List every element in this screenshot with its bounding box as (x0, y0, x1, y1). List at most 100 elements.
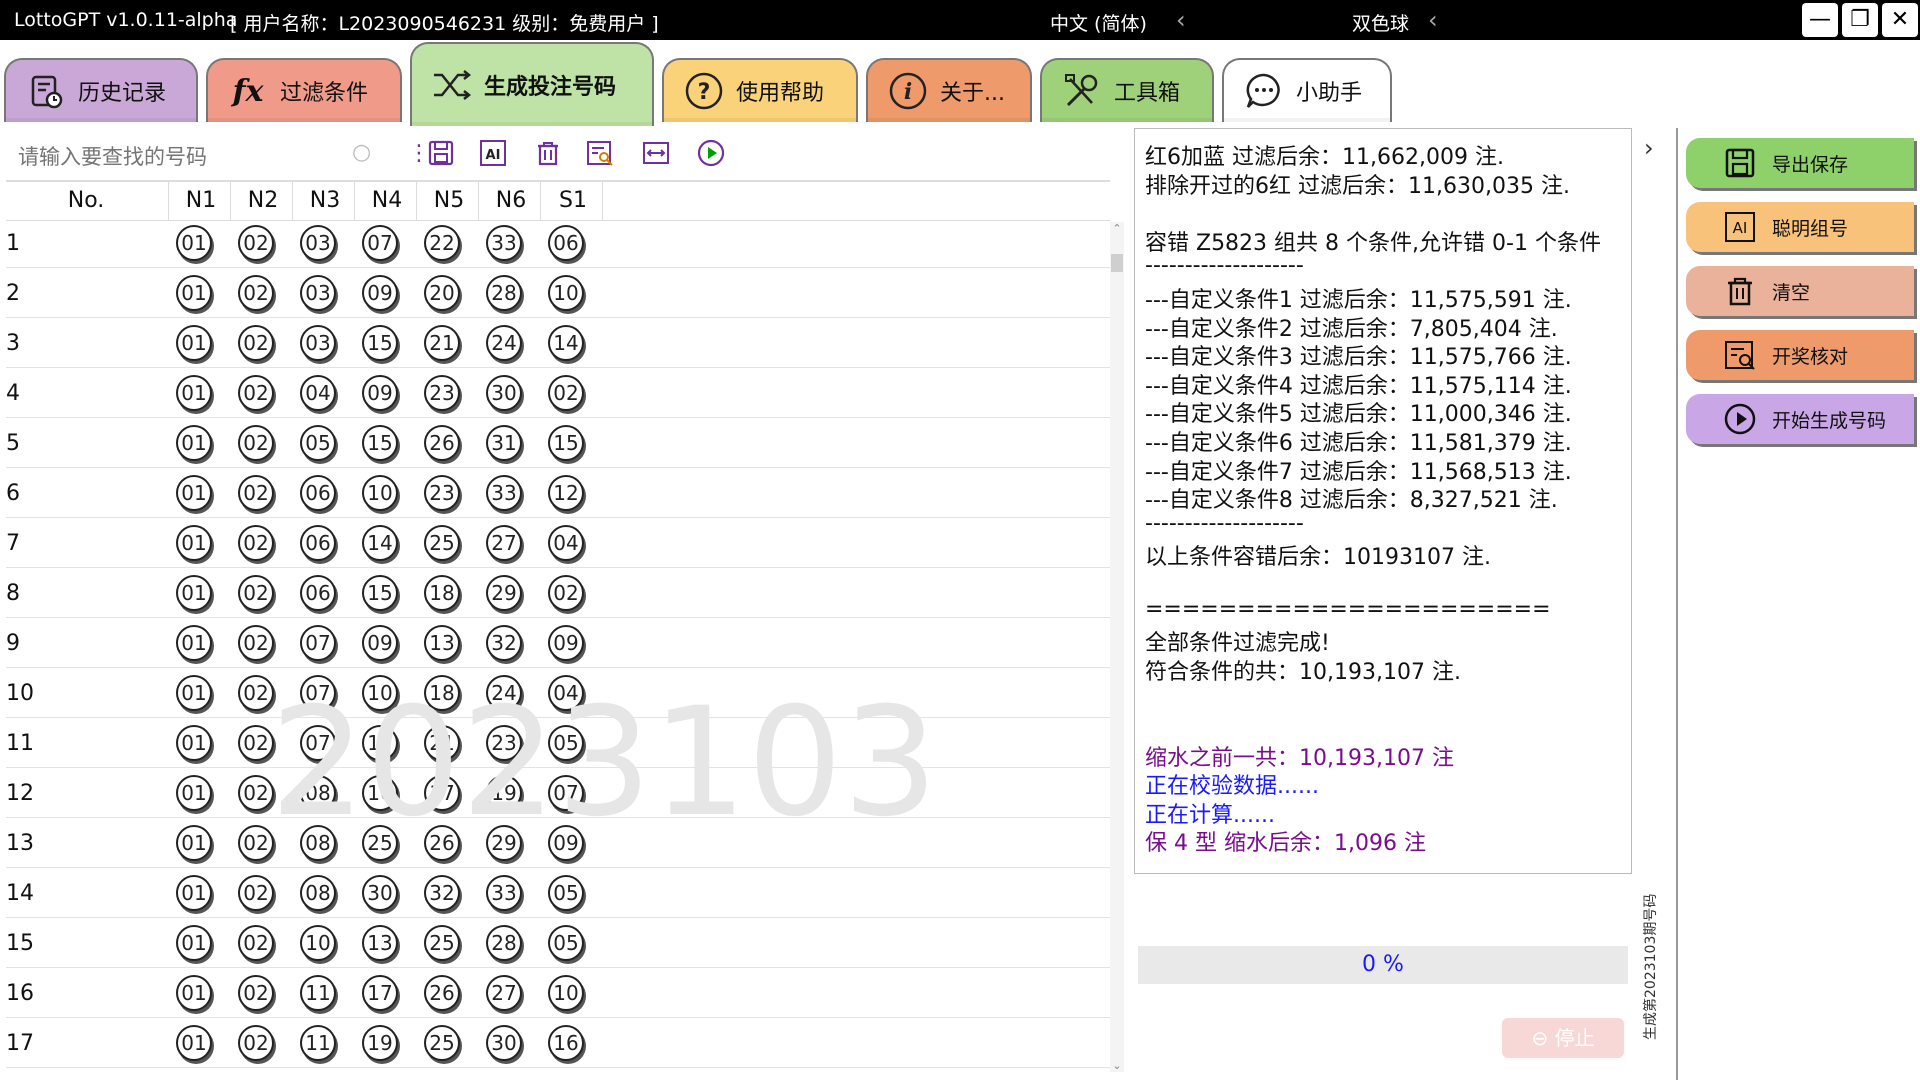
check-draw-button[interactable]: 开奖核对 (1686, 330, 1914, 380)
number-ball: 04 (548, 525, 584, 561)
tab-about[interactable]: i 关于... (866, 58, 1032, 122)
table-row[interactable]: 15 01 02 10 13 25 28 05 (6, 918, 1110, 968)
restore-button[interactable]: ❐ (1842, 3, 1878, 37)
table-row[interactable]: 2 01 02 03 09 20 28 10 (6, 268, 1110, 318)
table-row[interactable]: 14 01 02 08 30 32 33 05 (6, 868, 1110, 918)
language-chevron-icon[interactable]: ‹ (1176, 6, 1186, 34)
table-row[interactable]: 16 01 02 11 17 26 27 10 (6, 968, 1110, 1018)
ai-icon[interactable]: AI (478, 138, 508, 168)
number-ball: 17 (424, 775, 460, 811)
table-row[interactable]: 6 01 02 06 10 23 33 12 (6, 468, 1110, 518)
scrollbar-thumb[interactable] (1111, 254, 1123, 272)
check-results-icon[interactable] (585, 138, 615, 168)
number-ball: 02 (238, 975, 274, 1011)
number-ball: 01 (176, 1025, 212, 1061)
table-row[interactable]: 11 01 02 07 17 21 23 05 (6, 718, 1110, 768)
minimize-button[interactable]: — (1802, 3, 1838, 37)
number-ball: 10 (362, 675, 398, 711)
table-row[interactable]: 5 01 02 05 15 26 31 15 (6, 418, 1110, 468)
save-icon[interactable] (426, 138, 456, 168)
tab-toolbox[interactable]: 工具箱 (1040, 58, 1214, 122)
number-ball: 02 (238, 375, 274, 411)
log-line: 正在计算...... (1145, 802, 1275, 828)
number-ball: 02 (238, 775, 274, 811)
log-line: ---自定义条件7 过滤后余：11,568,513 注. (1145, 459, 1572, 485)
tab-history[interactable]: 历史记录 (4, 58, 198, 122)
table-row[interactable]: 13 01 02 08 25 26 29 09 (6, 818, 1110, 868)
smart-combo-button[interactable]: AI 聪明组号 (1686, 202, 1914, 252)
table-row[interactable]: 10 01 02 07 10 18 24 04 (6, 668, 1110, 718)
table-row[interactable]: 3 01 02 03 15 21 24 14 (6, 318, 1110, 368)
table-row[interactable]: 9 01 02 07 09 13 32 09 (6, 618, 1110, 668)
table-row[interactable]: 1 01 02 03 07 22 33 06 (6, 218, 1110, 268)
table-scrollbar[interactable]: ⌃ ⌄ (1110, 222, 1124, 1072)
column-header-n5[interactable]: N5 (418, 188, 480, 213)
number-ball: 02 (238, 325, 274, 361)
search-input[interactable] (6, 136, 390, 178)
column-header-n6[interactable]: N6 (480, 188, 542, 213)
scroll-down-icon[interactable]: ⌄ (1110, 1059, 1124, 1072)
number-ball: 01 (176, 475, 212, 511)
number-ball: 09 (548, 625, 584, 661)
number-ball: 02 (238, 875, 274, 911)
log-line: ---自定义条件8 过滤后余：8,327,521 注. (1145, 488, 1558, 514)
play-icon[interactable] (696, 138, 726, 168)
help-icon: ? (684, 71, 724, 111)
trash-icon[interactable] (533, 138, 563, 168)
number-ball: 09 (362, 275, 398, 311)
tab-help[interactable]: ? 使用帮助 (662, 58, 858, 122)
tools-icon (1062, 71, 1102, 111)
tab-generate[interactable]: 生成投注号码 (410, 42, 654, 126)
number-ball: 01 (176, 825, 212, 861)
row-number: 8 (6, 581, 20, 606)
check-results-icon (1725, 341, 1755, 370)
number-ball: 10 (548, 975, 584, 1011)
fit-width-icon[interactable] (641, 138, 671, 168)
column-header-no[interactable]: No. (6, 188, 166, 213)
search-icon[interactable]: ○ (352, 140, 371, 165)
button-label: 清空 (1772, 281, 1811, 304)
column-header-s1[interactable]: S1 (542, 188, 604, 213)
number-ball: 01 (176, 275, 212, 311)
tab-assistant[interactable]: 小助手 (1222, 58, 1392, 122)
ai-icon: AI (1725, 212, 1755, 242)
log-line: ---自定义条件2 过滤后余：7,805,404 注. (1145, 316, 1558, 342)
number-ball: 30 (362, 875, 398, 911)
log-line: 容错 Z5823 组共 8 个条件,允许错 0-1 个条件 (1145, 230, 1601, 256)
start-generate-button[interactable]: 开始生成号码 (1686, 394, 1914, 444)
svg-text:AI: AI (1733, 219, 1748, 237)
table-row[interactable]: 7 01 02 06 14 25 27 04 (6, 518, 1110, 568)
table-row[interactable]: 12 01 02 08 16 17 19 07 (6, 768, 1110, 818)
lottery-chevron-icon[interactable]: ‹ (1428, 6, 1438, 34)
table-row[interactable]: 8 01 02 06 15 18 29 02 (6, 568, 1110, 618)
close-button[interactable]: ✕ (1882, 3, 1918, 37)
tab-label: 小助手 (1296, 81, 1363, 106)
column-header-n3[interactable]: N3 (294, 188, 356, 213)
history-icon (26, 71, 66, 111)
row-number: 2 (6, 281, 20, 306)
export-save-button[interactable]: 导出保存 (1686, 138, 1914, 188)
tab-filter[interactable]: fx 过滤条件 (206, 58, 402, 122)
row-number: 11 (6, 731, 34, 756)
language-selector[interactable]: 中文 (简体) (1050, 9, 1147, 36)
collapse-chevron-icon[interactable]: › (1644, 134, 1654, 162)
number-ball: 20 (424, 275, 460, 311)
table-header: No. N1 N2 N3 N4 N5 N6 S1 (6, 180, 1110, 221)
clear-button[interactable]: 清空 (1686, 266, 1914, 316)
table-row[interactable]: 17 01 02 11 19 25 30 16 (6, 1018, 1110, 1068)
table-row[interactable]: 4 01 02 04 09 23 30 02 (6, 368, 1110, 418)
number-ball: 19 (486, 775, 522, 811)
number-ball: 07 (548, 775, 584, 811)
column-header-n1[interactable]: N1 (170, 188, 232, 213)
number-ball: 32 (486, 625, 522, 661)
scroll-up-icon[interactable]: ⌃ (1110, 222, 1124, 235)
lottery-selector[interactable]: 双色球 (1352, 9, 1409, 36)
column-divider (602, 182, 603, 220)
title-bar: LottoGPT v1.0.11-alpha [ 用户名称：L202309054… (0, 0, 1920, 40)
log-line: ====================== (1145, 596, 1551, 622)
column-header-n4[interactable]: N4 (356, 188, 418, 213)
column-header-n2[interactable]: N2 (232, 188, 294, 213)
number-ball: 01 (176, 625, 212, 661)
stop-button[interactable]: ⊖ 停止 (1502, 1018, 1624, 1058)
row-number: 10 (6, 681, 34, 706)
